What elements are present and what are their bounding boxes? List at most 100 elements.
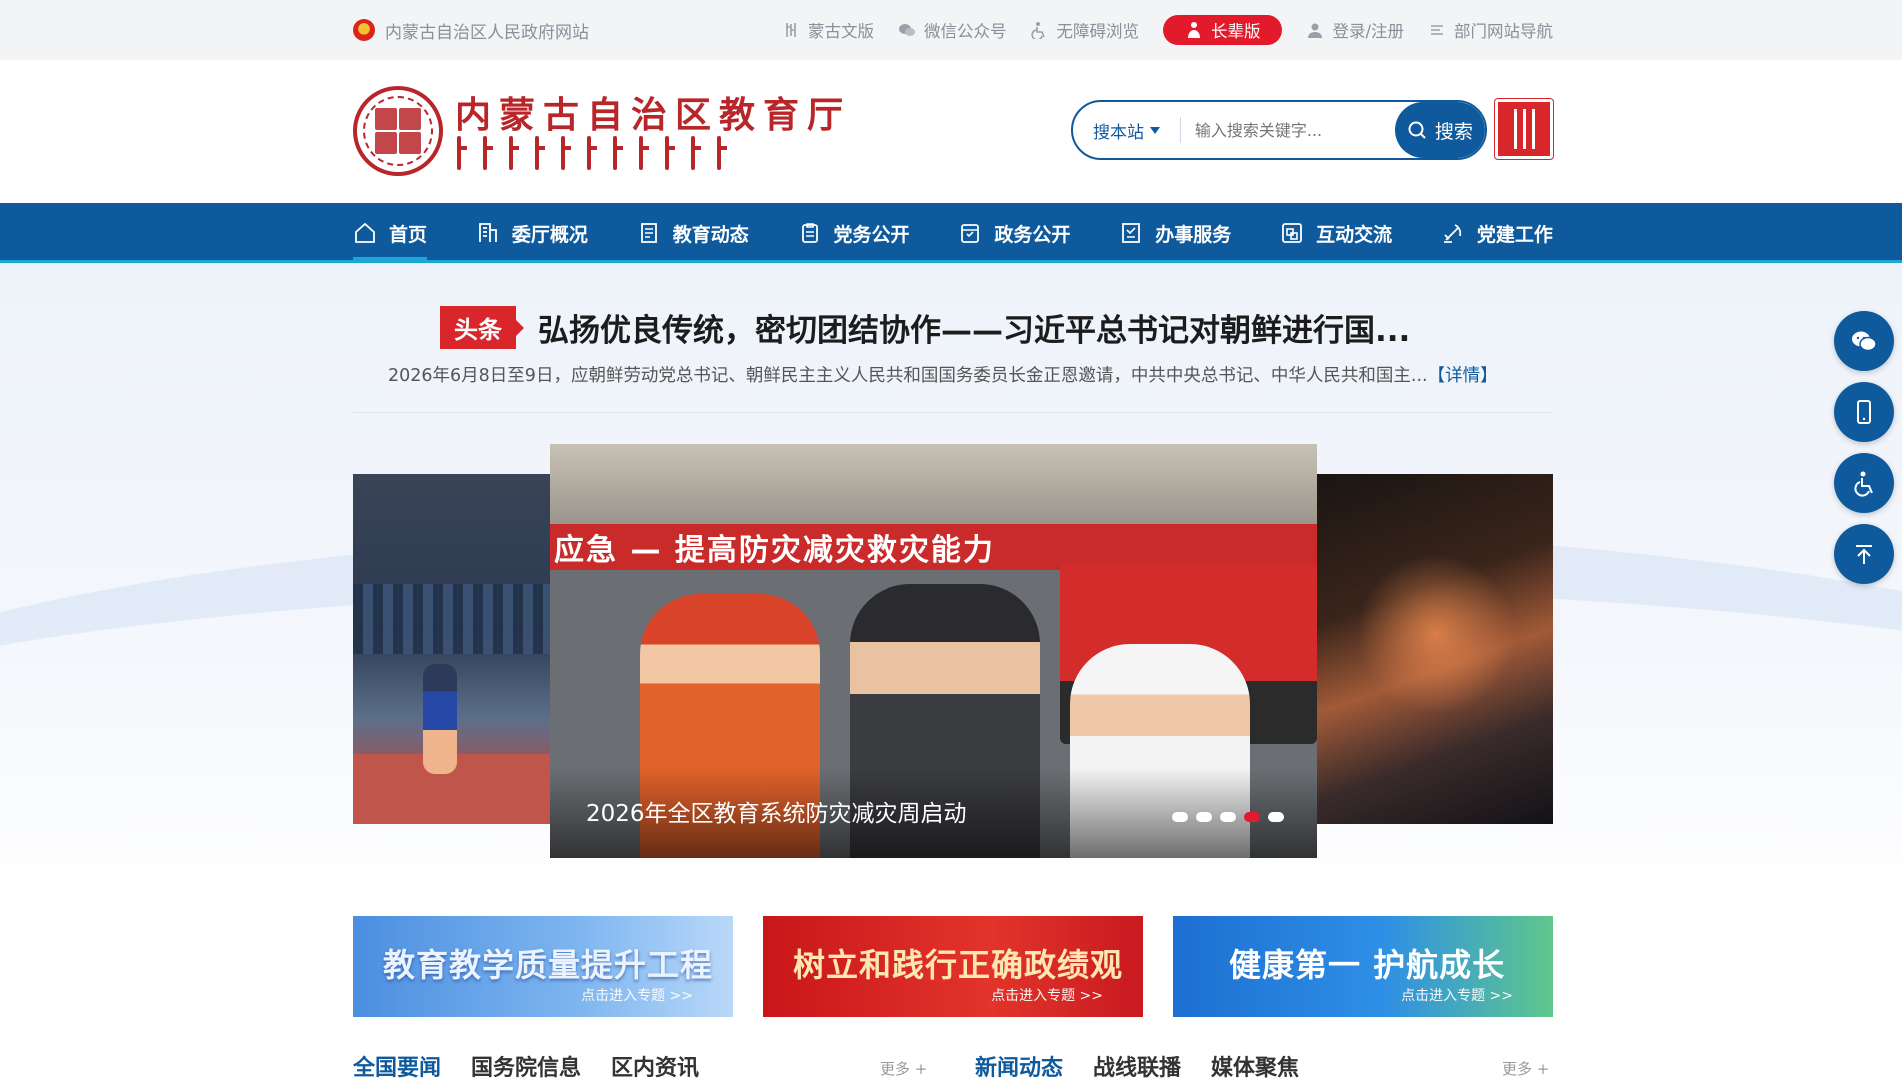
floating-toolbar [1834, 311, 1894, 584]
nav-government-affairs[interactable]: 政务公开 [958, 203, 1070, 263]
carousel-dot[interactable] [1268, 812, 1284, 822]
tab-news-updates[interactable]: 新闻动态 [975, 1050, 1063, 1080]
dept-nav-link[interactable]: 部门网站导航 [1428, 18, 1553, 42]
mongolian-language-badge[interactable] [1495, 99, 1553, 159]
list-icon [640, 223, 657, 243]
back-to-top-button[interactable] [1834, 524, 1894, 584]
wechat-float-button[interactable] [1834, 311, 1894, 371]
mobile-icon [1857, 400, 1871, 424]
carousel-next-image[interactable] [1316, 474, 1553, 824]
search-input[interactable] [1180, 102, 1395, 158]
more-link-right[interactable]: 更多 + [1502, 1058, 1549, 1079]
accessibility-icon [1031, 22, 1046, 39]
headline-summary-text: 2026年6月8日至9日，应朝鲜劳动党总书记、朝鲜民主主义人民共和国国务委员长金… [388, 366, 1428, 386]
promo-title: 健康第一 护航成长 [1229, 946, 1506, 984]
login-label: 登录/注册 [1332, 22, 1404, 41]
user-icon [1308, 23, 1323, 38]
headline[interactable]: 头条 弘扬优良传统，密切团结协作——习近平总书记对朝鲜进行国... [440, 305, 1480, 350]
carousel-dot[interactable] [1220, 812, 1236, 822]
checklist-icon [1122, 223, 1141, 243]
mongolian-version-label: 蒙古文版 [807, 22, 874, 41]
carousel-dot-active[interactable] [1244, 812, 1260, 822]
nav-interaction[interactable]: 互动交流 [1280, 203, 1392, 263]
tab-state-council[interactable]: 国务院信息 [471, 1050, 581, 1080]
headline-title[interactable]: 弘扬优良传统，密切团结协作——习近平总书记对朝鲜进行国... [538, 305, 1410, 350]
search-scope-select[interactable]: 搜本站 [1073, 102, 1180, 158]
headline-divider [353, 412, 1553, 413]
search-button-label: 搜索 [1434, 120, 1473, 143]
promo-enter-link: 点击进入专题 >> [581, 988, 693, 1004]
department-seal-logo[interactable] [353, 86, 443, 176]
nav-interaction-label: 互动交流 [1316, 223, 1393, 246]
mongolian-version-link[interactable]: 蒙古文版 [782, 18, 874, 42]
accessibility-label: 无障碍浏览 [1056, 22, 1139, 41]
promo-enter-link: 点击进入专题 >> [1401, 988, 1513, 1004]
chat-icon [1282, 223, 1302, 243]
gov-site-link[interactable]: 内蒙古自治区人民政府网站 [353, 18, 589, 43]
more-link-left[interactable]: 更多 + [880, 1058, 927, 1079]
promo-banner-health[interactable]: 健康第一 护航成长 点击进入专题 >> [1173, 916, 1553, 1017]
search-button[interactable]: 搜索 [1394, 102, 1485, 158]
site-header: 内蒙古自治区教育厅 搜本站 搜索 [0, 60, 1902, 203]
national-emblem-icon [353, 19, 375, 41]
promo-title: 树立和践行正确政绩观 [793, 946, 1124, 984]
gov-site-label: 内蒙古自治区人民政府网站 [385, 22, 589, 43]
nav-services[interactable]: 办事服务 [1119, 203, 1231, 263]
carousel-dot[interactable] [1172, 812, 1188, 822]
nav-party-building-label: 党建工作 [1476, 223, 1553, 246]
search-scope-label: 搜本站 [1093, 122, 1144, 143]
accessibility-icon [1854, 471, 1873, 497]
news-tabs-left: 全国要闻 国务院信息 区内资讯 [353, 1050, 699, 1080]
carousel-dots [1172, 812, 1284, 822]
search-icon [1408, 121, 1426, 139]
nav-education-news-label: 教育动态 [672, 223, 749, 246]
tab-regional-news[interactable]: 区内资讯 [611, 1050, 699, 1080]
nav-services-label: 办事服务 [1155, 223, 1232, 246]
nav-home[interactable]: 首页 [353, 203, 428, 263]
elder-mode-button[interactable]: 长辈版 [1162, 15, 1283, 45]
wechat-account-link[interactable]: 微信公众号 [898, 18, 1007, 42]
mongolian-script-icon [786, 23, 796, 37]
headline-detail-link[interactable]: 【详情】 [1428, 362, 1498, 387]
headline-tag: 头条 [440, 306, 516, 349]
nav-party-building[interactable]: 党建工作 [1441, 203, 1553, 263]
tab-media-focus[interactable]: 媒体聚焦 [1211, 1050, 1299, 1080]
promo-title: 教育教学质量提升工程 [383, 946, 714, 984]
carousel-prev-image[interactable] [353, 474, 551, 824]
back-to-top-icon [1856, 545, 1872, 564]
headline-summary: 2026年6月8日至9日，应朝鲜劳动党总书记、朝鲜民主主义人民共和国国务委员长金… [388, 362, 1528, 387]
accessibility-link[interactable]: 无障碍浏览 [1030, 18, 1139, 42]
building-icon [478, 223, 497, 242]
party-emblem-icon [1443, 224, 1462, 243]
nav-home-label: 首页 [389, 223, 428, 246]
tab-frontline[interactable]: 战线联播 [1093, 1050, 1181, 1080]
tab-national-news[interactable]: 全国要闻 [353, 1050, 441, 1080]
menu-icon [1431, 25, 1443, 35]
dept-nav-label: 部门网站导航 [1454, 22, 1553, 41]
home-icon [355, 222, 375, 243]
wechat-account-label: 微信公众号 [923, 22, 1007, 41]
elder-icon [1187, 22, 1200, 38]
promo-enter-link: 点击进入专题 >> [991, 988, 1103, 1004]
nav-party-affairs[interactable]: 党务公开 [798, 203, 910, 263]
nav-government-affairs-label: 政务公开 [994, 223, 1071, 246]
login-link[interactable]: 登录/注册 [1306, 18, 1404, 42]
nav-education-news[interactable]: 教育动态 [637, 203, 749, 263]
wechat-icon [898, 24, 915, 36]
promo-banner-performance[interactable]: 树立和践行正确政绩观 点击进入专题 >> [763, 916, 1143, 1017]
mobile-float-button[interactable] [1834, 382, 1894, 442]
clipboard-icon [801, 223, 818, 243]
nav-about[interactable]: 委厅概况 [476, 203, 588, 263]
main-nav: 首页 委厅概况 教育动态 党务公开 政务公开 办事服务 互动交流 党建工作 [0, 203, 1902, 263]
carousel-main-image[interactable]: 应急 — 提高防灾减灾救灾能力 2026年全区教育系统防灾减灾周启动 [550, 444, 1317, 858]
news-tabs-right: 新闻动态 战线联播 媒体聚焦 [975, 1050, 1299, 1080]
promo-banner-quality[interactable]: 教育教学质量提升工程 点击进入专题 >> [353, 916, 733, 1017]
document-icon [961, 224, 980, 243]
caret-down-icon [1150, 126, 1160, 134]
search-box: 搜本站 搜索 [1071, 100, 1487, 160]
nav-about-label: 委厅概况 [511, 223, 588, 246]
carousel-caption[interactable]: 2026年全区教育系统防灾减灾周启动 [586, 794, 967, 828]
accessibility-float-button[interactable] [1834, 453, 1894, 513]
carousel-dot[interactable] [1196, 812, 1212, 822]
elder-mode-label: 长辈版 [1210, 22, 1261, 41]
